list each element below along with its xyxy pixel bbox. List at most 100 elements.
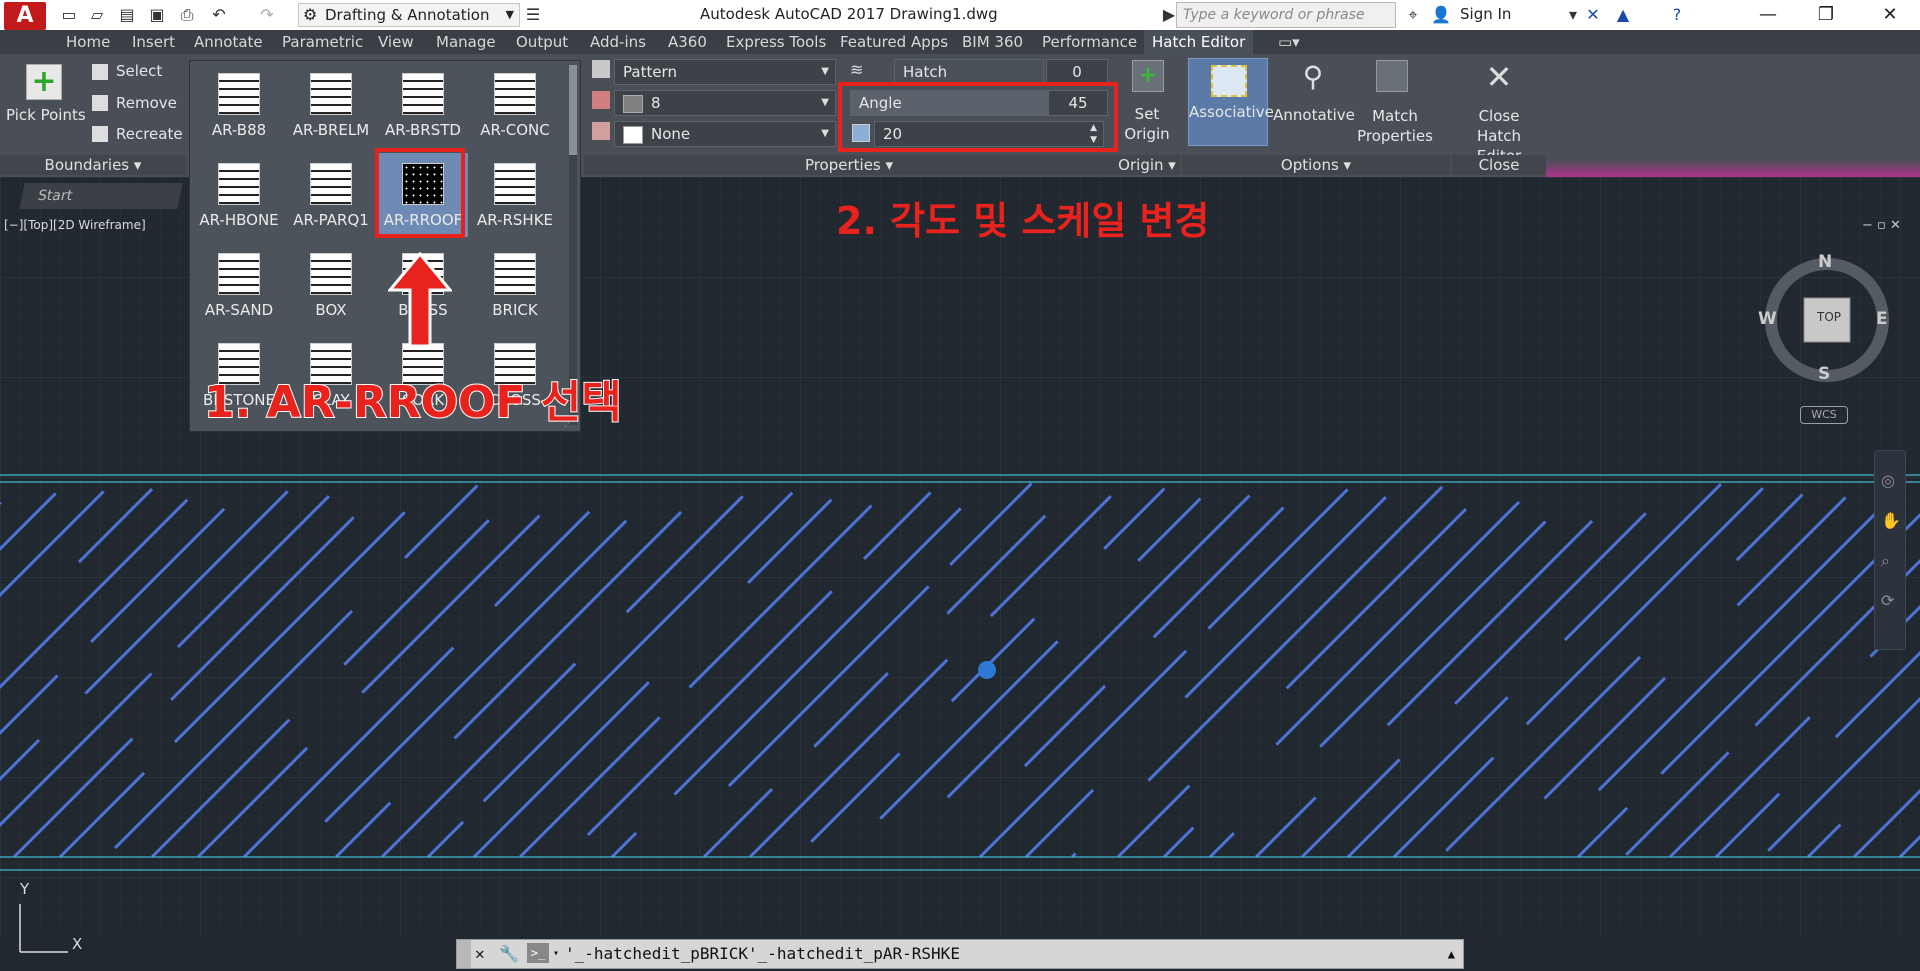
save-as-icon[interactable]: ▣ bbox=[146, 4, 168, 26]
chevron-down-icon[interactable]: ▾ bbox=[1562, 4, 1584, 26]
match-properties-button[interactable]: Match Properties bbox=[1354, 106, 1436, 146]
tab-start[interactable]: Start bbox=[19, 183, 183, 209]
help-icon[interactable]: ? bbox=[1666, 4, 1688, 26]
associative-button[interactable]: Associative bbox=[1188, 58, 1274, 146]
save-icon[interactable]: ▤ bbox=[116, 4, 138, 26]
properties-panel-label[interactable]: Properties ▾ bbox=[584, 155, 1114, 175]
background-color-select[interactable]: None ▼ bbox=[614, 121, 836, 147]
ucs-y-label: Y bbox=[20, 880, 30, 898]
pattern-ar-conc[interactable]: AR-CONC bbox=[470, 63, 560, 147]
exchange-apps-icon[interactable]: ✕ bbox=[1582, 4, 1604, 26]
boundaries-panel-label[interactable]: Boundaries ▾ bbox=[0, 155, 186, 175]
pattern-ar-rshke[interactable]: AR-RSHKE bbox=[470, 153, 560, 237]
hatch-color-select[interactable]: 8 ▼ bbox=[614, 90, 836, 116]
tab-view[interactable]: View bbox=[378, 33, 414, 51]
open-icon[interactable]: ▱ bbox=[86, 4, 108, 26]
tab-output[interactable]: Output bbox=[516, 33, 568, 51]
viewport-controls[interactable]: [−][Top][2D Wireframe] bbox=[4, 218, 146, 232]
binoculars-icon[interactable]: ⌖ bbox=[1402, 4, 1424, 26]
plot-icon[interactable]: ⎙ bbox=[176, 4, 198, 26]
pattern-thumbnail bbox=[310, 73, 352, 115]
options-panel-label[interactable]: Options ▾ bbox=[1182, 155, 1450, 175]
tab-parametric[interactable]: Parametric bbox=[282, 33, 363, 51]
command-line-grip[interactable] bbox=[457, 940, 471, 968]
pattern-box[interactable]: BOX bbox=[286, 243, 376, 327]
compass-east[interactable]: E bbox=[1876, 309, 1888, 329]
tab-hatch-editor[interactable]: Hatch Editor bbox=[1144, 30, 1254, 54]
recreate-button[interactable]: Recreate bbox=[116, 125, 183, 143]
boundaries-panel: + Pick Points Select Remove Recreate Bou… bbox=[0, 54, 186, 177]
tab-add-ins[interactable]: Add-ins bbox=[590, 33, 646, 51]
set-origin-button[interactable]: Set Origin bbox=[1118, 104, 1176, 144]
search-input[interactable]: Type a keyword or phrase bbox=[1176, 2, 1396, 28]
pick-points-button[interactable]: Pick Points bbox=[6, 106, 86, 124]
remove-icon bbox=[92, 95, 108, 111]
redo-icon[interactable]: ↷ bbox=[256, 4, 278, 26]
pattern-thumbnail bbox=[218, 253, 260, 295]
tab-performance[interactable]: Performance bbox=[1042, 33, 1137, 51]
chevron-up-icon[interactable]: ▲ bbox=[1448, 940, 1455, 968]
origin-panel-label[interactable]: Origin ▾ bbox=[1114, 155, 1180, 175]
zoom-icon[interactable]: ⌕ bbox=[1881, 551, 1890, 571]
wrench-icon[interactable]: 🔧 bbox=[499, 940, 519, 968]
viewcube-top-label: TOP bbox=[1817, 310, 1842, 324]
sign-in-button[interactable]: Sign In bbox=[1460, 5, 1511, 23]
annotative-button[interactable]: Annotative bbox=[1272, 106, 1356, 124]
tab-home[interactable]: Home bbox=[66, 33, 110, 51]
close-icon[interactable]: ✕ bbox=[1482, 58, 1516, 96]
hatch-grip[interactable] bbox=[978, 661, 996, 679]
command-line[interactable]: ✕ 🔧 >_ ▾ '_-hatchedit_pBRICK'_-hatchedit… bbox=[456, 939, 1464, 969]
close-icon[interactable]: ✕ bbox=[475, 940, 485, 968]
pick-points-icon[interactable]: + bbox=[26, 64, 62, 100]
tab-express-tools[interactable]: Express Tools bbox=[726, 33, 826, 51]
chevron-down-icon[interactable]: ▾ bbox=[553, 940, 559, 968]
tab-bim-360[interactable]: BIM 360 bbox=[962, 33, 1023, 51]
restore-button[interactable]: ❐ bbox=[1806, 2, 1846, 28]
pattern-ar-brelm[interactable]: AR-BRELM bbox=[286, 63, 376, 147]
window-title: Autodesk AutoCAD 2017 Drawing1.dwg bbox=[700, 5, 998, 23]
new-icon[interactable]: ▭ bbox=[58, 4, 80, 26]
tab-a360[interactable]: A360 bbox=[668, 33, 707, 51]
pattern-thumbnail bbox=[494, 253, 536, 295]
set-origin-icon[interactable]: + bbox=[1132, 60, 1164, 92]
gallery-scrollbar-thumb[interactable] bbox=[569, 65, 577, 155]
close-window-button[interactable]: ✕ bbox=[1870, 2, 1910, 28]
pattern-brick[interactable]: BRICK bbox=[470, 243, 560, 327]
tab-insert[interactable]: Insert bbox=[132, 33, 175, 51]
pattern-ar-parq1[interactable]: AR-PARQ1 bbox=[286, 153, 376, 237]
minimize-button[interactable]: — bbox=[1748, 2, 1788, 28]
navigation-bar[interactable]: ◎ ✋ ⌕ ⟳ bbox=[1874, 450, 1906, 650]
application-menu-button[interactable]: A bbox=[4, 2, 46, 30]
customize-qat-icon[interactable]: ☰ bbox=[522, 4, 544, 26]
tab-featured-apps[interactable]: Featured Apps bbox=[840, 33, 948, 51]
steering-wheel-icon[interactable]: ◎ bbox=[1881, 471, 1895, 490]
user-icon[interactable]: 👤 bbox=[1430, 4, 1452, 26]
ribbon-minimize-icon[interactable]: ▭▾ bbox=[1278, 33, 1300, 51]
pattern-thumbnail bbox=[402, 73, 444, 115]
select-button[interactable]: Select bbox=[116, 62, 162, 80]
select-icon bbox=[92, 64, 108, 80]
wcs-menu[interactable]: WCS bbox=[1800, 406, 1848, 424]
compass-west[interactable]: W bbox=[1758, 309, 1777, 329]
tab-annotate[interactable]: Annotate bbox=[194, 33, 263, 51]
a360-icon[interactable]: ▲ bbox=[1612, 4, 1634, 26]
command-prompt-icon[interactable]: >_ bbox=[527, 943, 549, 963]
pattern-name: AR-HBONE bbox=[199, 211, 279, 229]
pattern-ar-hbone[interactable]: AR-HBONE bbox=[194, 153, 284, 237]
pattern-ar-b88[interactable]: AR-B88 bbox=[194, 63, 284, 147]
workspace-select[interactable]: ⚙ Drafting & Annotation ▼ bbox=[298, 3, 520, 27]
compass-north[interactable]: N bbox=[1818, 252, 1832, 272]
pan-icon[interactable]: ✋ bbox=[1881, 511, 1901, 530]
remove-button[interactable]: Remove bbox=[116, 94, 177, 112]
options-panel: Associative ⚲ Annotative Match Propertie… bbox=[1182, 54, 1450, 177]
undo-icon[interactable]: ↶ bbox=[208, 4, 230, 26]
orbit-icon[interactable]: ⟳ bbox=[1881, 591, 1894, 610]
pattern-thumbnail bbox=[310, 253, 352, 295]
tab-manage[interactable]: Manage bbox=[436, 33, 496, 51]
hatch-type-select[interactable]: Pattern ▼ bbox=[614, 59, 836, 85]
viewport-window-controls[interactable]: − ▫ ✕ bbox=[1862, 218, 1901, 233]
pattern-name: BRICK bbox=[492, 301, 538, 319]
pattern-ar-brstd[interactable]: AR-BRSTD bbox=[378, 63, 468, 147]
pattern-ar-sand[interactable]: AR-SAND bbox=[194, 243, 284, 327]
compass-south[interactable]: S bbox=[1818, 364, 1830, 384]
